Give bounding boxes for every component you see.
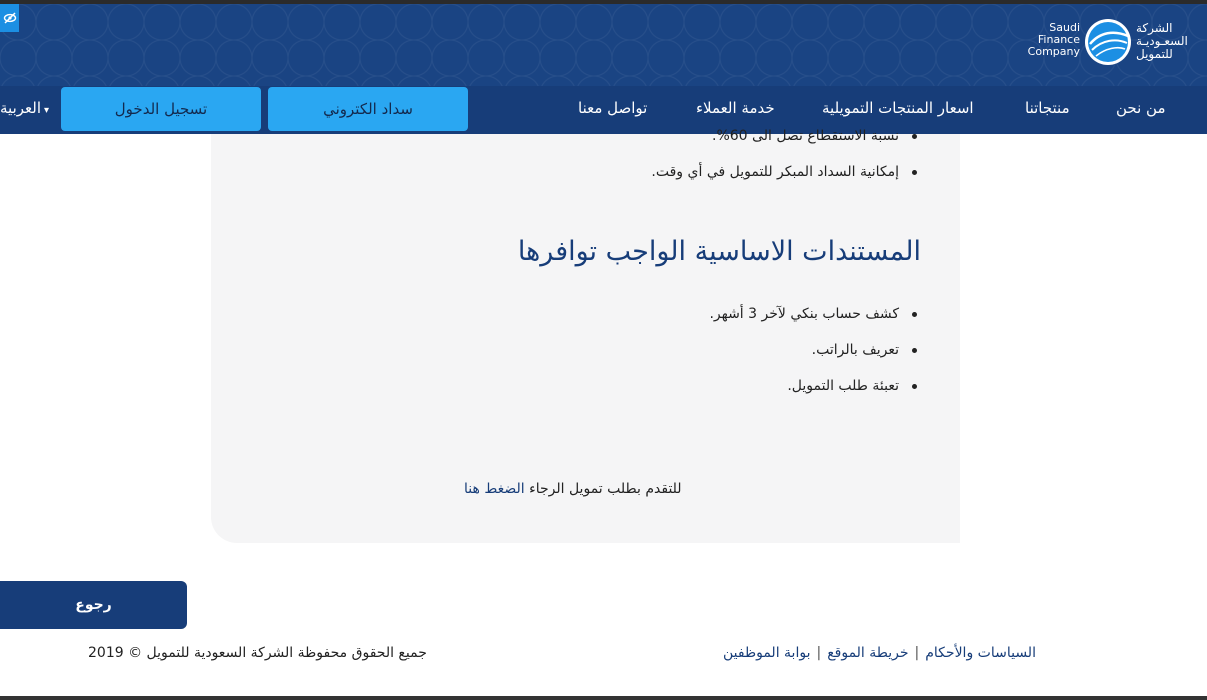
footer-separator: |: [816, 645, 822, 661]
footer-separator: |: [914, 645, 920, 661]
accessibility-button[interactable]: [0, 4, 19, 32]
list-item: كشف حساب بنكي لآخر 3 أشهر.: [709, 304, 921, 324]
eye-slash-icon: [3, 12, 16, 24]
login-button[interactable]: تسجيل الدخول: [61, 87, 261, 131]
apply-link[interactable]: الضغط هنا: [464, 481, 525, 497]
nav-about[interactable]: من نحن: [1116, 99, 1166, 117]
documents-title: المستندات الاساسية الواجب توافرها: [517, 236, 921, 267]
footer-link-sitemap[interactable]: خريطة الموقع: [827, 645, 908, 661]
list-item: تعبئة طلب التمويل.: [709, 376, 921, 396]
logo-emblem-icon: [1085, 19, 1131, 65]
documents-list: كشف حساب بنكي لآخر 3 أشهر. تعريف بالراتب…: [709, 304, 921, 396]
back-button[interactable]: رجوع: [0, 581, 187, 629]
page: Saudi Finance Company الشركة السعـوديـة …: [0, 0, 1207, 700]
language-selector[interactable]: العربية ▾: [0, 99, 49, 117]
apply-text: للتقدم بطلب تمويل الرجاء الضغط هنا: [464, 481, 682, 497]
site-header: Saudi Finance Company الشركة السعـوديـة …: [0, 0, 1207, 134]
chevron-down-icon: ▾: [44, 105, 50, 116]
footer-link-employees[interactable]: بوابة الموظفين: [723, 645, 810, 661]
bottom-border: [0, 696, 1207, 700]
copyright-text: جميع الحقوق محفوظة الشركة السعودية للتمو…: [88, 645, 427, 661]
features-list: إمكانية السداد المبكر للتمويل في أي وقت.: [651, 162, 921, 182]
logo-arabic-text: الشركة السعـوديـة للتمويل: [1136, 21, 1188, 61]
list-item: نسبة الاستقطاع تصل الى 60%.: [712, 126, 921, 146]
footer-links: السياسات والأحكام | خريطة الموقع | بوابة الم…: [723, 645, 1036, 661]
nav-customer-service[interactable]: خدمة العملاء: [696, 99, 775, 117]
nav-prices[interactable]: اسعار المنتجات التمويلية: [822, 99, 974, 117]
list-item: تعريف بالراتب.: [709, 340, 921, 360]
logo-english-text: Saudi Finance Company: [1027, 21, 1080, 58]
nav-contact[interactable]: تواصل معنا: [578, 99, 647, 117]
company-logo[interactable]: Saudi Finance Company الشركة السعـوديـة …: [1002, 18, 1188, 70]
apply-label: للتقدم بطلب تمويل الرجاء: [529, 481, 682, 497]
footer-link-policies[interactable]: السياسات والأحكام: [925, 645, 1036, 661]
e-payment-button[interactable]: سداد الكتروني: [268, 87, 468, 131]
language-label: العربية: [0, 99, 41, 117]
list-item: إمكانية السداد المبكر للتمويل في أي وقت.: [651, 162, 921, 182]
nav-products[interactable]: منتجاتنا: [1025, 99, 1070, 117]
